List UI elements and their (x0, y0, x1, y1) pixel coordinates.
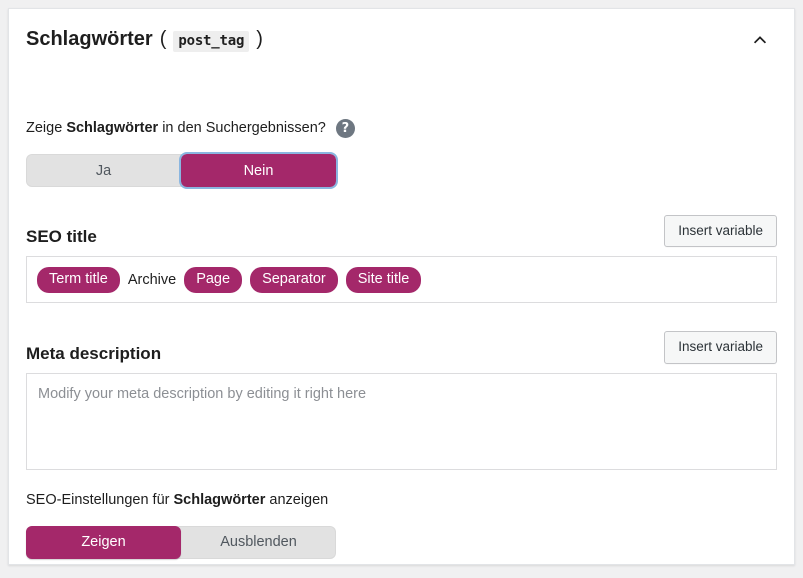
chevron-up-icon (753, 36, 767, 44)
seo-title-input[interactable]: Term title Archive Page Separator Site t… (26, 256, 777, 304)
panel-title-text: Schlagwörter (26, 28, 153, 50)
paren-close: ) (256, 28, 263, 50)
meta-description-header: Meta description Insert variable (26, 331, 777, 364)
seo-taxonomy-panel: Schlagwörter ( post_tag ) Zeige Schlagwö… (8, 8, 795, 565)
toggle-option-ja[interactable]: Ja (26, 154, 181, 187)
seo-settings-visibility-toggle[interactable]: Zeigen Ausblenden (26, 525, 336, 559)
toggle-option-nein[interactable]: Nein (179, 152, 338, 190)
toggle-option-ausblenden[interactable]: Ausblenden (181, 526, 336, 559)
variable-token-separator[interactable]: Separator (250, 266, 338, 294)
seo-title-label: SEO title (26, 227, 97, 247)
page-title: Schlagwörter ( post_tag ) (26, 28, 263, 52)
toggle-option-zeigen[interactable]: Zeigen (26, 525, 181, 559)
post-type-code: post_tag (173, 31, 250, 52)
variable-token-page[interactable]: Page (184, 266, 243, 294)
collapse-panel-button[interactable] (743, 23, 777, 57)
meta-description-input[interactable] (26, 372, 777, 470)
visibility-label-prefix: SEO-Einstellungen für (26, 491, 174, 508)
seo-title-insert-variable-button[interactable]: Insert variable (664, 215, 777, 248)
variable-token-term-title[interactable]: Term title (37, 266, 120, 294)
paren-open: ( (159, 28, 167, 50)
panel-header: Schlagwörter ( post_tag ) (9, 9, 794, 71)
question-bold: Schlagwörter (66, 120, 159, 136)
search-results-question-label: Zeige Schlagwörter in den Suchergebnisse… (26, 118, 326, 138)
panel-body: Zeige Schlagwörter in den Suchergebnisse… (9, 71, 794, 564)
plain-text-archive: Archive (127, 271, 177, 288)
seo-settings-visibility-label: SEO-Einstellungen für Schlagwörter anzei… (26, 490, 777, 510)
seo-title-header: SEO title Insert variable (26, 215, 777, 248)
visibility-label-suffix: anzeigen (265, 491, 329, 508)
meta-description-label: Meta description (26, 343, 162, 363)
search-results-toggle[interactable]: Ja Nein (26, 152, 338, 190)
question-prefix: Zeige (26, 120, 67, 136)
variable-token-site-title[interactable]: Site title (345, 266, 422, 294)
meta-description-insert-variable-button[interactable]: Insert variable (664, 331, 777, 364)
question-suffix: in den Suchergebnissen? (158, 120, 326, 136)
search-results-question-row: Zeige Schlagwörter in den Suchergebnisse… (26, 71, 777, 138)
help-icon[interactable]: ? (335, 118, 355, 138)
visibility-label-bold: Schlagwörter (173, 491, 266, 508)
